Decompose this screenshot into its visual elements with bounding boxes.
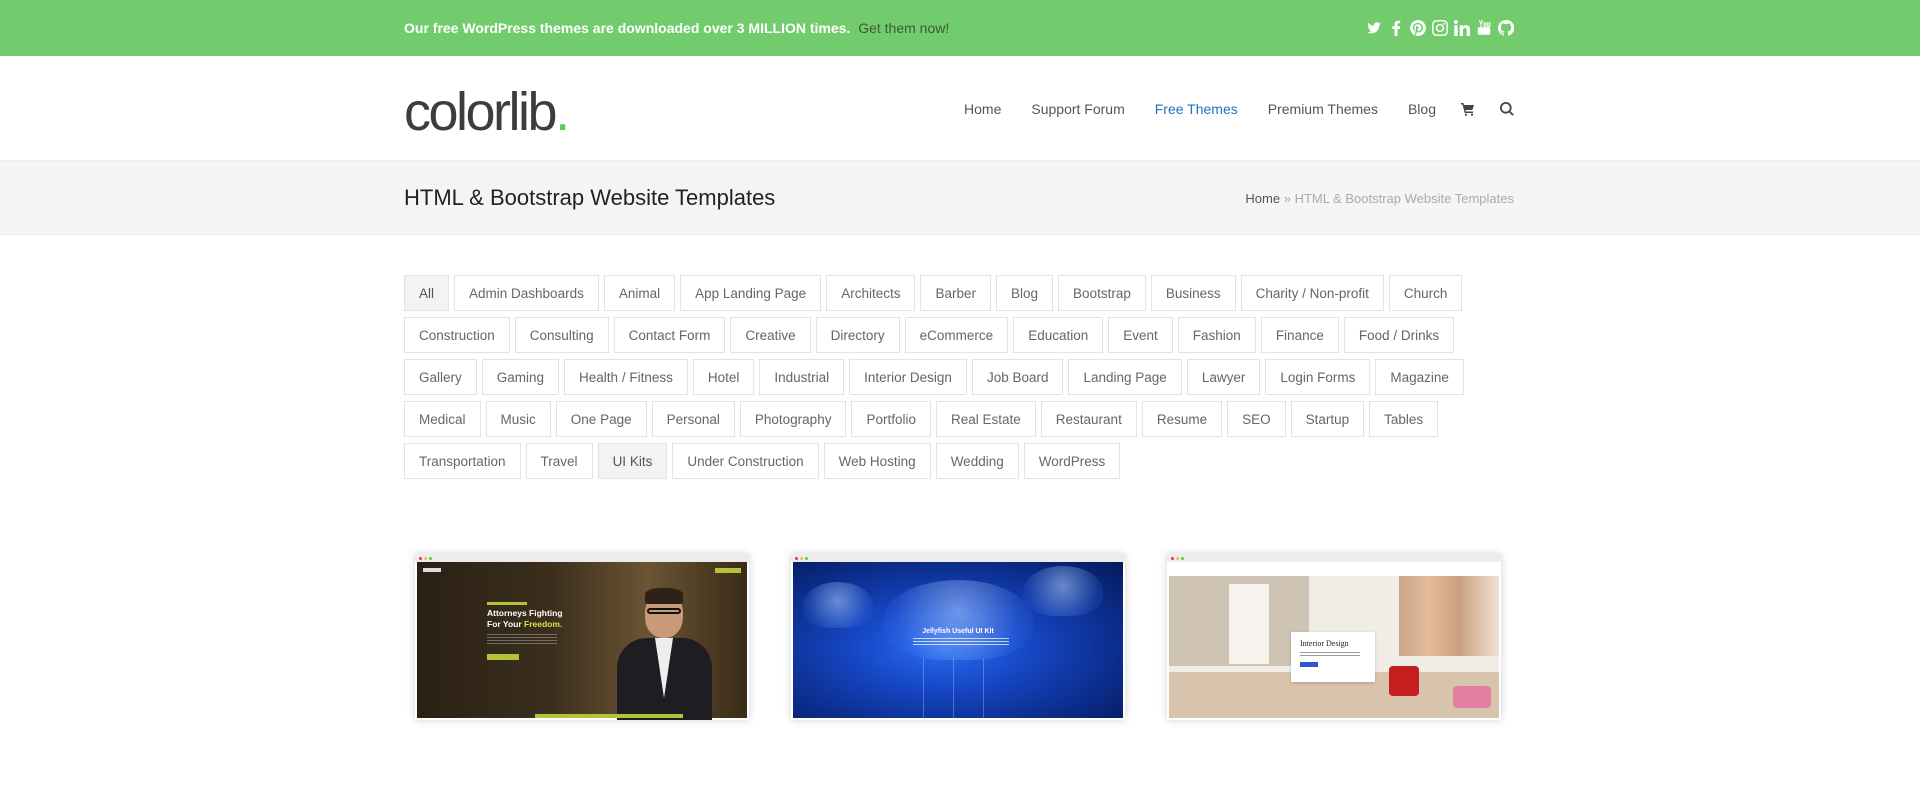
filter-chip[interactable]: Startup <box>1290 401 1365 437</box>
filter-chip[interactable]: Food / Drinks <box>1343 317 1455 353</box>
filter-chip[interactable]: Portfolio <box>851 401 931 437</box>
filter-chip[interactable]: Contact Form <box>613 317 726 353</box>
template-thumbnail: Attorneys Fighting For Your Freedom. <box>417 562 747 720</box>
youtube-icon[interactable] <box>1476 20 1492 36</box>
nav-home[interactable]: Home <box>964 101 1001 117</box>
filter-chip[interactable]: Barber <box>920 275 992 311</box>
filter-chip[interactable]: Resume <box>1141 401 1223 437</box>
filter-chip[interactable]: UI Kits <box>597 443 668 479</box>
twitter-icon[interactable] <box>1366 20 1382 36</box>
filter-chip[interactable]: SEO <box>1227 401 1286 437</box>
filter-chip[interactable]: Under Construction <box>672 443 819 479</box>
filter-chip[interactable]: Interior Design <box>849 359 967 395</box>
breadcrumb-home[interactable]: Home <box>1245 191 1280 206</box>
filter-chip[interactable]: Education <box>1013 317 1104 353</box>
filter-chip[interactable]: Travel <box>525 443 593 479</box>
filter-chip[interactable]: Real Estate <box>935 401 1036 437</box>
filter-chip[interactable]: Photography <box>739 401 847 437</box>
browser-chrome <box>791 554 1125 562</box>
template-card-jellyfish[interactable]: Jellyfish Useful UI Kit <box>791 554 1125 720</box>
cart-icon[interactable] <box>1461 102 1475 116</box>
filter-chip[interactable]: Lawyer <box>1186 359 1261 395</box>
template-card-lawyer[interactable]: Attorneys Fighting For Your Freedom. <box>415 554 749 720</box>
filter-chip[interactable]: One Page <box>555 401 647 437</box>
site-logo[interactable]: colorlib. <box>404 81 570 142</box>
filter-chip[interactable]: Fashion <box>1177 317 1256 353</box>
filter-chip[interactable]: Personal <box>651 401 735 437</box>
filter-chip[interactable]: Job Board <box>971 359 1064 395</box>
site-header: colorlib. Home Support Forum Free Themes… <box>0 56 1920 161</box>
search-icon[interactable] <box>1500 101 1514 116</box>
filter-chip[interactable]: Gaming <box>481 359 560 395</box>
filter-chip[interactable]: Tables <box>1369 401 1439 437</box>
filter-chip[interactable]: Health / Fitness <box>564 359 688 395</box>
breadcrumb-separator: » <box>1283 190 1291 206</box>
filter-chip[interactable]: eCommerce <box>904 317 1009 353</box>
filter-chip[interactable]: Creative <box>730 317 811 353</box>
filter-chip[interactable]: Charity / Non-profit <box>1240 275 1384 311</box>
filter-chip[interactable]: Church <box>1388 275 1463 311</box>
filter-chip[interactable]: Hotel <box>692 359 755 395</box>
page-title-bar: HTML & Bootstrap Website Templates Home … <box>0 161 1920 235</box>
thumbnail-title: Jellyfish Useful UI Kit <box>922 628 994 635</box>
facebook-icon[interactable] <box>1388 20 1404 36</box>
filter-chip[interactable]: Music <box>485 401 551 437</box>
social-links <box>1366 20 1514 36</box>
template-grid: Attorneys Fighting For Your Freedom. Jell… <box>415 554 1501 720</box>
github-icon[interactable] <box>1498 20 1514 36</box>
promo-message: Our free WordPress themes are downloaded… <box>404 20 949 36</box>
logo-dot: . <box>555 81 570 142</box>
filter-chip[interactable]: Architects <box>826 275 916 311</box>
nav-free-themes[interactable]: Free Themes <box>1155 101 1238 117</box>
filter-chip[interactable]: All <box>404 275 450 311</box>
logo-text: colorlib <box>404 81 558 142</box>
filter-chip[interactable]: Web Hosting <box>823 443 931 479</box>
filter-chip[interactable]: Gallery <box>404 359 477 395</box>
category-filters: All Admin Dashboards Animal App Landing Pag… <box>404 275 1524 485</box>
filter-chip[interactable]: Animal <box>603 275 676 311</box>
filter-chip[interactable]: Business <box>1150 275 1236 311</box>
nav-support-forum[interactable]: Support Forum <box>1031 101 1124 117</box>
filter-chip[interactable]: Blog <box>996 275 1054 311</box>
breadcrumb: Home » HTML & Bootstrap Website Template… <box>1245 191 1514 206</box>
filter-chip[interactable]: Landing Page <box>1068 359 1182 395</box>
filter-chip[interactable]: Bootstrap <box>1058 275 1146 311</box>
thumbnail-headline: Attorneys Fighting For Your Freedom. <box>487 608 563 629</box>
template-card-interior[interactable]: Interior Design <box>1167 554 1501 720</box>
main-nav: Home Support Forum Free Themes Premium T… <box>934 101 1514 117</box>
nav-blog[interactable]: Blog <box>1408 101 1436 117</box>
filter-chip[interactable]: Event <box>1108 317 1173 353</box>
filter-chip[interactable]: Finance <box>1260 317 1339 353</box>
promo-bar: Our free WordPress themes are downloaded… <box>0 0 1920 56</box>
filter-chip[interactable]: Construction <box>404 317 510 353</box>
filter-chip[interactable]: Magazine <box>1375 359 1464 395</box>
browser-chrome <box>1167 554 1501 562</box>
filter-chip[interactable]: WordPress <box>1023 443 1121 479</box>
page-title: HTML & Bootstrap Website Templates <box>404 185 776 210</box>
breadcrumb-current: HTML & Bootstrap Website Templates <box>1294 190 1514 206</box>
instagram-icon[interactable] <box>1432 20 1448 36</box>
filter-chip[interactable]: Medical <box>404 401 481 437</box>
promo-text: Our free WordPress themes are downloaded… <box>404 20 851 36</box>
linkedin-icon[interactable] <box>1454 20 1470 36</box>
filter-chip[interactable]: Login Forms <box>1265 359 1371 395</box>
filter-chip[interactable]: Admin Dashboards <box>454 275 599 311</box>
pinterest-icon[interactable] <box>1410 20 1426 36</box>
filter-chip[interactable]: Consulting <box>514 317 609 353</box>
filter-chip[interactable]: Transportation <box>404 443 521 479</box>
nav-premium-themes[interactable]: Premium Themes <box>1268 101 1378 117</box>
template-thumbnail: Interior Design <box>1169 562 1499 718</box>
filter-chip[interactable]: Restaurant <box>1040 401 1137 437</box>
promo-link[interactable]: Get them now! <box>858 20 949 36</box>
filter-chip[interactable]: Wedding <box>935 443 1019 479</box>
filter-chip[interactable]: App Landing Page <box>680 275 822 311</box>
thumbnail-card: Interior Design <box>1291 632 1375 682</box>
filter-chip[interactable]: Directory <box>815 317 900 353</box>
browser-chrome <box>415 554 749 562</box>
template-thumbnail: Jellyfish Useful UI Kit <box>793 562 1123 718</box>
filter-chip[interactable]: Industrial <box>759 359 845 395</box>
thumbnail-title: Interior Design <box>1300 639 1349 648</box>
